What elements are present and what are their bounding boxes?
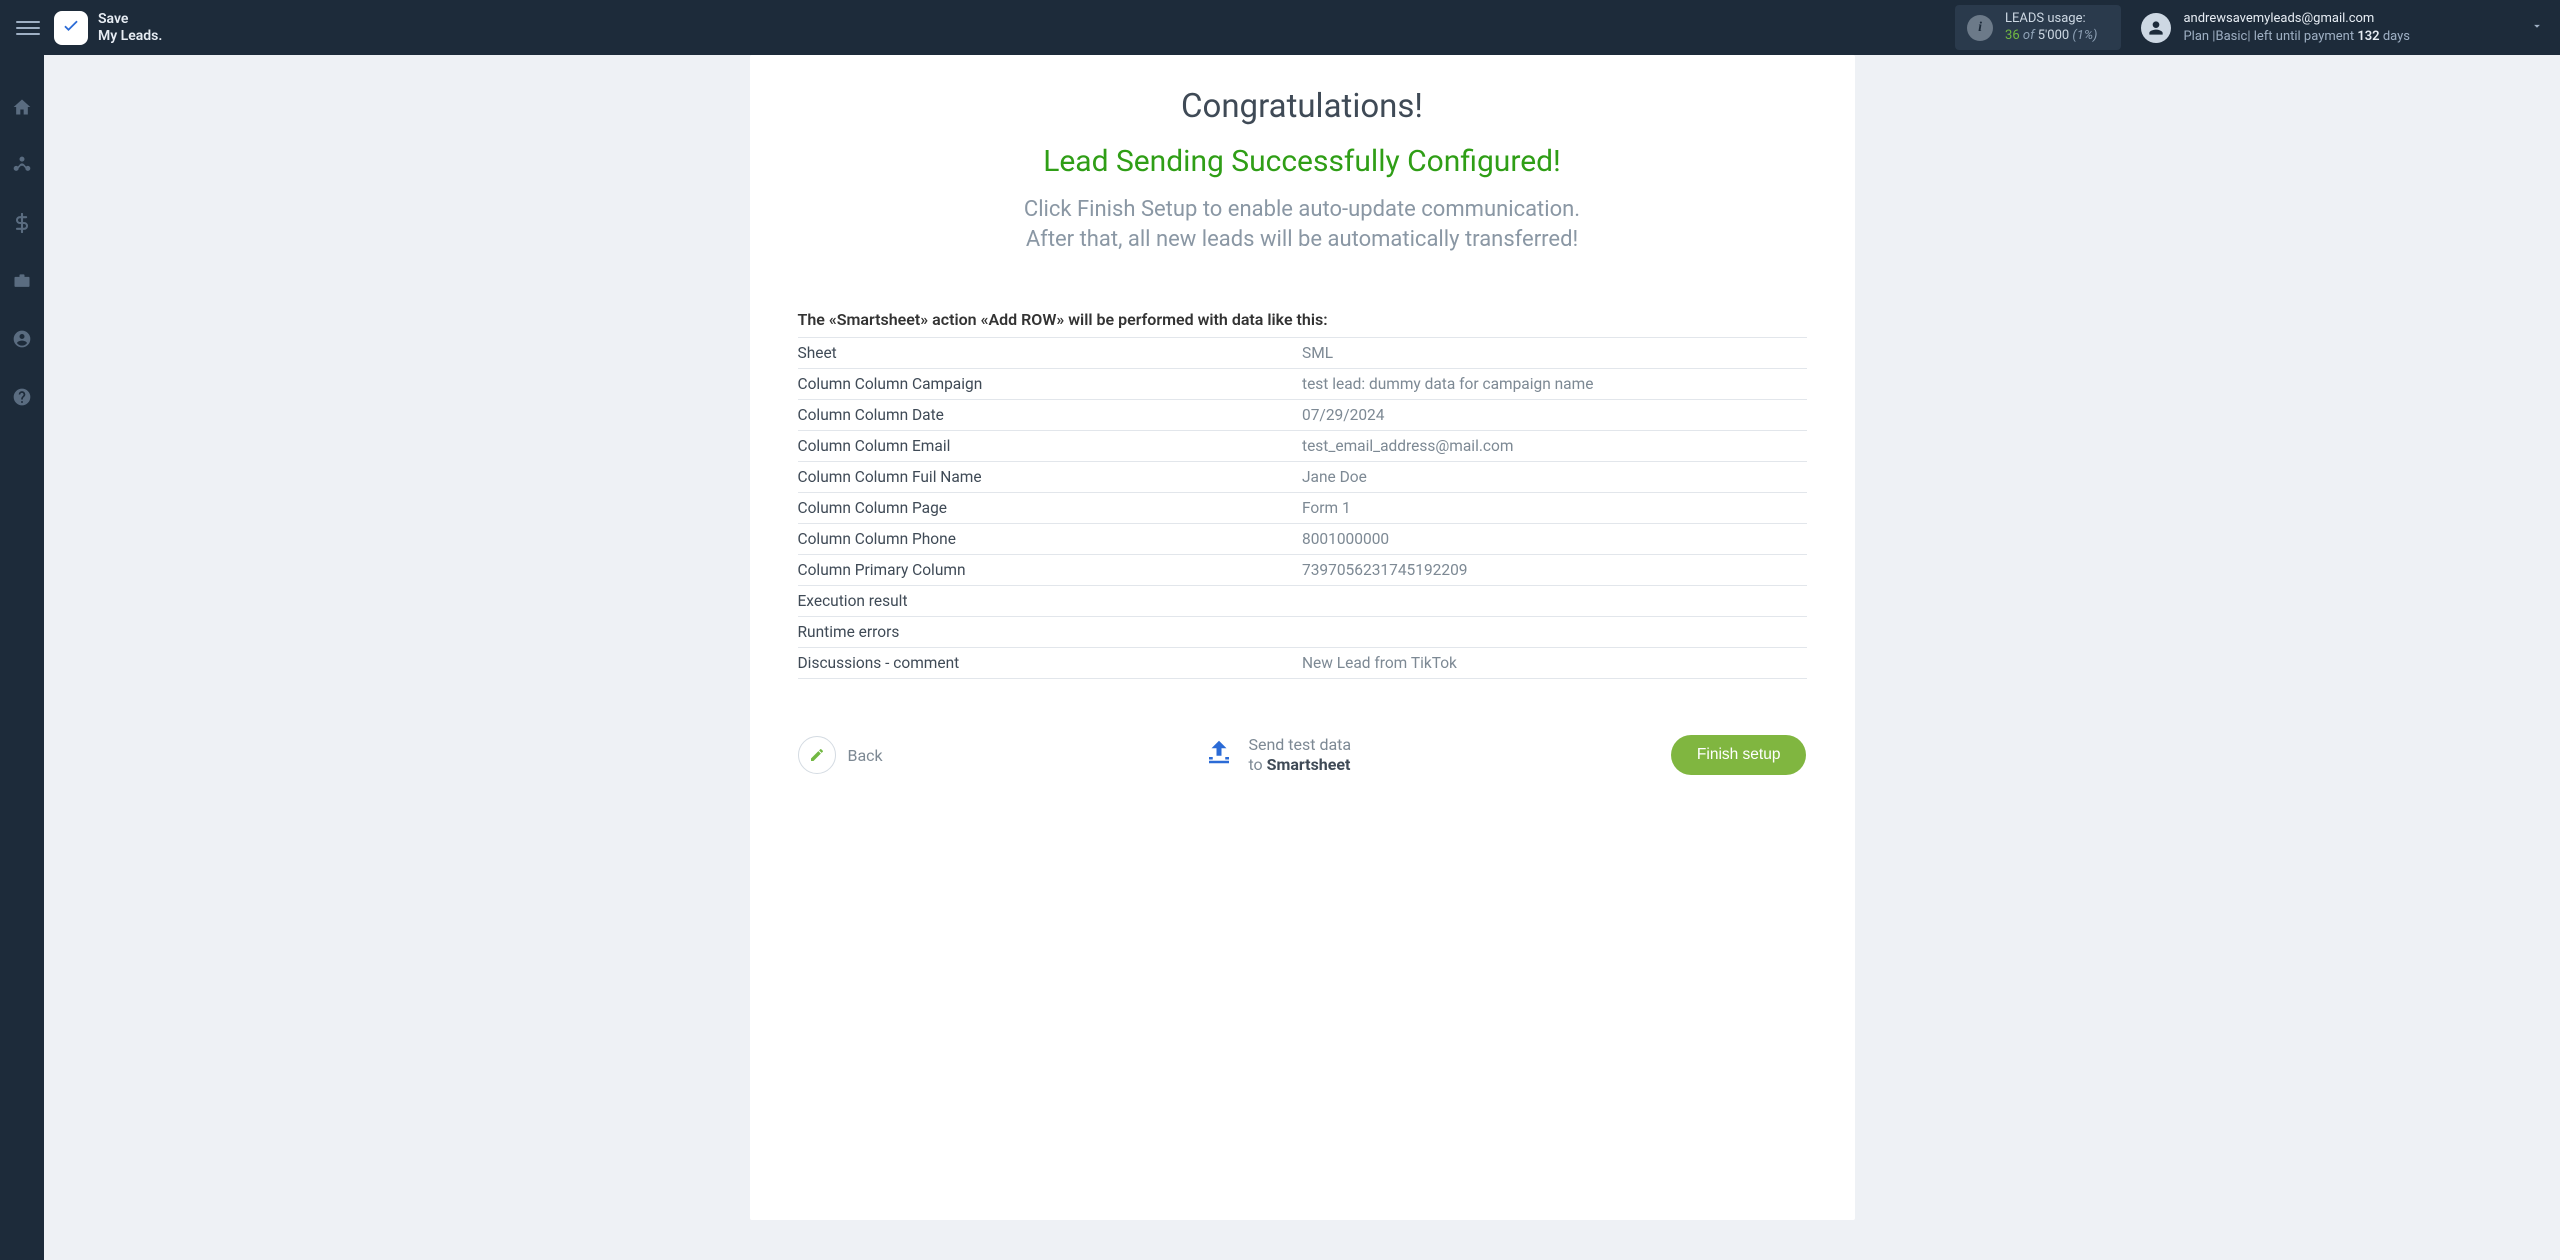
row-label: Column Column Page (798, 493, 1303, 524)
info-icon: i (1967, 15, 1993, 41)
table-row: Column Column Emailtest_email_address@ma… (798, 431, 1807, 462)
congrats-heading: Congratulations! (798, 87, 1807, 126)
row-label: Column Column Campaign (798, 369, 1303, 400)
brand-line-2: My Leads. (98, 28, 162, 44)
upload-icon (1202, 737, 1236, 774)
usage-label: LEADS usage: (2005, 11, 2097, 28)
instructions-line-2: After that, all new leads will be automa… (798, 225, 1807, 255)
account-menu[interactable]: andrewsavemyleads@gmail.com Plan |Basic|… (2141, 10, 2410, 45)
pencil-icon (798, 736, 836, 774)
table-row: Column Column Fuil NameJane Doe (798, 462, 1807, 493)
success-heading: Lead Sending Successfully Configured! (798, 144, 1807, 179)
finish-setup-button[interactable]: Finish setup (1671, 735, 1807, 775)
usage-indicator[interactable]: i LEADS usage: 36 of 5'000 (1%) (1955, 5, 2121, 51)
row-label: Execution result (798, 586, 1303, 617)
content-area: Congratulations! Lead Sending Successful… (44, 55, 2560, 1260)
brand-name: Save My Leads. (98, 11, 162, 43)
row-value: test lead: dummy data for campaign name (1302, 369, 1807, 400)
instructions-text: Click Finish Setup to enable auto-update… (798, 195, 1807, 254)
row-value (1302, 586, 1807, 617)
avatar-icon (2141, 13, 2171, 43)
row-value: 7397056231745192209 (1302, 555, 1807, 586)
row-label: Column Column Phone (798, 524, 1303, 555)
account-email: andrewsavemyleads@gmail.com (2183, 10, 2410, 28)
app-header: Save My Leads. i LEADS usage: 36 of 5'00… (0, 0, 2560, 55)
send-test-service: Smartsheet (1267, 755, 1351, 774)
table-row: Execution result (798, 586, 1807, 617)
table-row: Discussions - commentNew Lead from TikTo… (798, 648, 1807, 679)
row-label: Column Column Email (798, 431, 1303, 462)
send-test-line1: Send test data (1248, 735, 1351, 755)
back-label: Back (848, 746, 883, 765)
row-label: Discussions - comment (798, 648, 1303, 679)
row-value (1302, 617, 1807, 648)
row-label: Column Column Date (798, 400, 1303, 431)
nav-connections[interactable] (0, 149, 44, 181)
setup-complete-card: Congratulations! Lead Sending Successful… (750, 55, 1855, 1220)
table-row: Column Column PageForm 1 (798, 493, 1807, 524)
check-icon (61, 15, 81, 40)
row-value: SML (1302, 338, 1807, 369)
nav-help[interactable] (0, 381, 44, 413)
brand-line-1: Save (98, 11, 162, 27)
table-row: Column Column Campaigntest lead: dummy d… (798, 369, 1807, 400)
row-label: Sheet (798, 338, 1303, 369)
row-label: Column Column Fuil Name (798, 462, 1303, 493)
usage-total: 5'000 (2038, 28, 2070, 43)
row-value: 07/29/2024 (1302, 400, 1807, 431)
table-row: Runtime errors (798, 617, 1807, 648)
instructions-line-1: Click Finish Setup to enable auto-update… (798, 195, 1807, 225)
nav-profile[interactable] (0, 323, 44, 355)
row-value: Form 1 (1302, 493, 1807, 524)
usage-of: of (2023, 28, 2035, 43)
table-row: SheetSML (798, 338, 1807, 369)
nav-billing[interactable] (0, 207, 44, 239)
menu-toggle-button[interactable] (16, 16, 40, 40)
send-test-button[interactable]: Send test data to Smartsheet (1202, 735, 1351, 775)
row-value: Jane Doe (1302, 462, 1807, 493)
row-label: Runtime errors (798, 617, 1303, 648)
table-row: Column Primary Column7397056231745192209 (798, 555, 1807, 586)
nav-home[interactable] (0, 91, 44, 123)
account-info: andrewsavemyleads@gmail.com Plan |Basic|… (2183, 10, 2410, 45)
preview-data-table: SheetSMLColumn Column Campaigntest lead:… (798, 337, 1807, 679)
sidebar-nav (0, 55, 44, 1260)
row-label: Column Primary Column (798, 555, 1303, 586)
send-test-text: Send test data to Smartsheet (1248, 735, 1351, 775)
account-plan: Plan |Basic| left until payment 132 days (2183, 28, 2410, 46)
table-row: Column Column Date07/29/2024 (798, 400, 1807, 431)
row-value: test_email_address@mail.com (1302, 431, 1807, 462)
send-test-to: to (1248, 755, 1266, 774)
account-dropdown-toggle[interactable] (2410, 19, 2544, 36)
app-logo[interactable] (54, 11, 88, 45)
row-value: New Lead from TikTok (1302, 648, 1807, 679)
usage-used: 36 (2005, 28, 2020, 43)
usage-pct: (1%) (2072, 28, 2097, 43)
usage-text: LEADS usage: 36 of 5'000 (1%) (2005, 11, 2097, 45)
action-title: The «Smartsheet» action «Add ROW» will b… (798, 310, 1807, 329)
button-row: Back Send test data to Smartsheet Finish… (798, 735, 1807, 775)
table-row: Column Column Phone8001000000 (798, 524, 1807, 555)
back-button[interactable]: Back (798, 736, 883, 774)
nav-briefcase[interactable] (0, 265, 44, 297)
row-value: 8001000000 (1302, 524, 1807, 555)
